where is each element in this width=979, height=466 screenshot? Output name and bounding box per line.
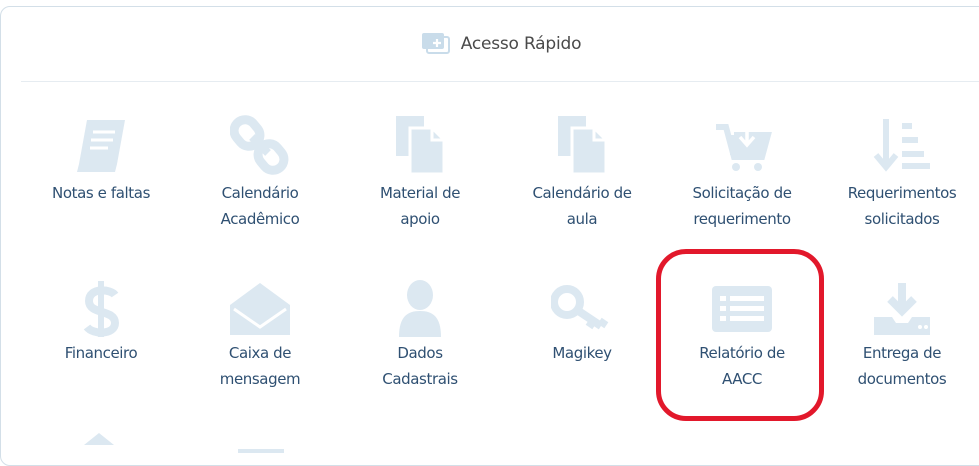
- user-icon: [385, 274, 455, 344]
- tile-label: Magikey: [552, 344, 612, 362]
- download-tray-icon: [867, 274, 937, 344]
- tile-calendario-de-aula[interactable]: Calendário de aula: [507, 110, 657, 250]
- tile-label: Requerimentos solicitados: [847, 184, 957, 228]
- tile-label: Relatório de AACC: [699, 344, 785, 388]
- tile-label: Solicitação de requerimento: [692, 184, 792, 228]
- tile-dados-cadastrais[interactable]: Dados Cadastrais: [345, 274, 495, 414]
- key-icon: [547, 274, 617, 344]
- tile-solicitacao-de-requerimento[interactable]: Solicitação de requerimento: [667, 110, 817, 250]
- documents-icon: [385, 110, 455, 180]
- tile-caixa-de-mensagem[interactable]: Caixa de mensagem: [185, 274, 335, 414]
- tile-material-de-apoio[interactable]: Material de apoio: [345, 110, 495, 250]
- tile-notas-e-faltas[interactable]: Notas e faltas: [26, 110, 176, 250]
- tile-label: Calendário de aula: [532, 184, 632, 228]
- tile-label: Notas e faltas: [52, 184, 150, 202]
- tile-magikey[interactable]: Magikey: [507, 274, 657, 414]
- panel-title: Acesso Rápido: [460, 34, 582, 54]
- documents-icon: [547, 110, 617, 180]
- list-report-icon: [707, 274, 777, 344]
- panel-header: Acesso Rápido: [21, 7, 979, 82]
- partial-row-icon: [74, 430, 124, 449]
- tile-label: Material de apoio: [379, 184, 461, 228]
- sort-list-icon: [867, 110, 937, 180]
- tile-label: Caixa de mensagem: [219, 344, 301, 388]
- tile-relatorio-de-aacc[interactable]: Relatório de AACC: [667, 274, 817, 414]
- tile-label: Calendário Acadêmico: [220, 184, 300, 228]
- tile-label: Financeiro: [64, 344, 138, 362]
- partial-row-icon: [236, 438, 286, 457]
- screen-share-icon: [421, 31, 451, 57]
- tile-label: Entrega de documentos: [857, 344, 947, 388]
- envelope-open-icon: [225, 274, 295, 344]
- tile-label: Dados Cadastrais: [382, 344, 458, 388]
- dollar-icon: [66, 274, 136, 344]
- tile-requerimentos-solicitados[interactable]: Requerimentos solicitados: [827, 110, 977, 250]
- tile-calendario-academico[interactable]: Calendário Acadêmico: [185, 110, 335, 250]
- chain-link-icon: [225, 110, 295, 180]
- book-icon: [66, 110, 136, 180]
- cart-download-icon: [707, 110, 777, 180]
- tile-entrega-de-documentos[interactable]: Entrega de documentos: [827, 274, 977, 414]
- tile-financeiro[interactable]: Financeiro: [26, 274, 176, 414]
